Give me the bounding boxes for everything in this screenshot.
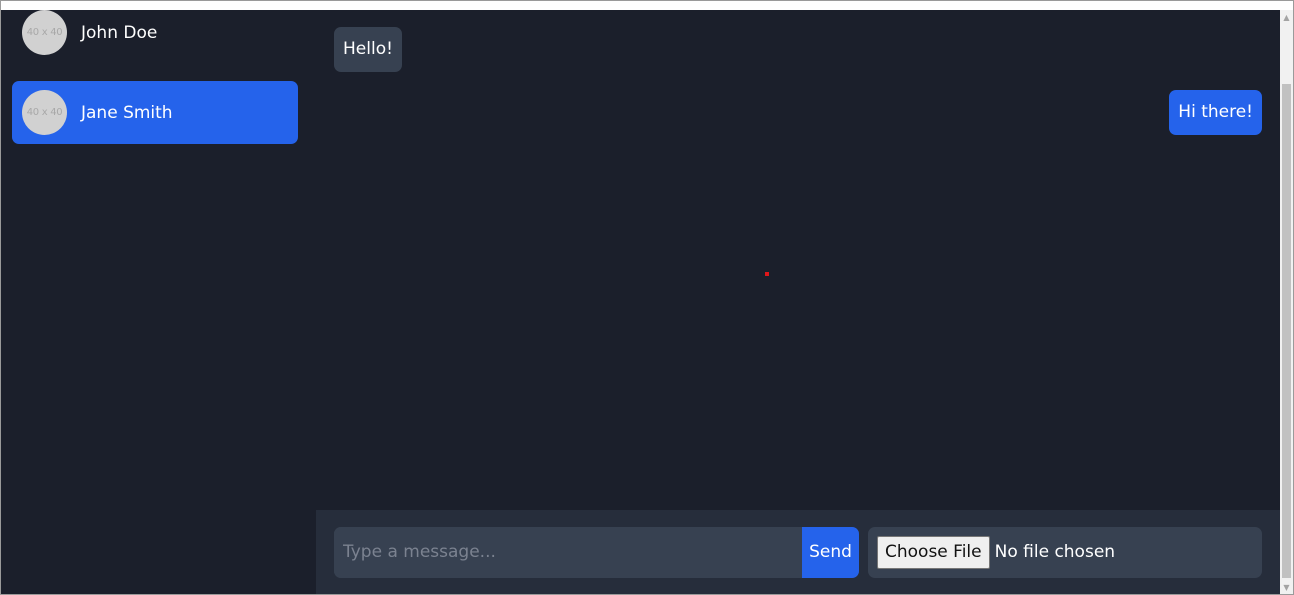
cursor-marker bbox=[765, 272, 769, 276]
message-input[interactable] bbox=[334, 526, 802, 578]
message-input-group: Send bbox=[334, 526, 859, 578]
scroll-down-arrow-icon[interactable]: ▼ bbox=[1280, 580, 1293, 594]
scrollbar-thumb[interactable] bbox=[1282, 84, 1291, 578]
contact-sidebar: 40 x 40 John Doe 40 x 40 Jane Smith bbox=[1, 10, 316, 594]
choose-file-button[interactable]: Choose File bbox=[877, 535, 990, 569]
chat-app: 40 x 40 John Doe 40 x 40 Jane Smith Hell… bbox=[1, 10, 1280, 594]
file-status-text: No file chosen bbox=[994, 542, 1116, 562]
message-bubble-incoming: Hello! bbox=[334, 27, 402, 72]
contact-item-john-doe[interactable]: 40 x 40 John Doe bbox=[12, 1, 298, 64]
contact-name: John Doe bbox=[81, 22, 158, 43]
vertical-scrollbar[interactable]: ▲ ▼ bbox=[1280, 10, 1293, 594]
message-bubble-outgoing: Hi there! bbox=[1169, 90, 1262, 135]
avatar: 40 x 40 bbox=[22, 10, 67, 55]
chat-panel: Hello! Hi there! Send Choose File No fil… bbox=[316, 10, 1280, 594]
contact-item-jane-smith[interactable]: 40 x 40 Jane Smith bbox=[12, 81, 298, 144]
message-composer: Send Choose File No file chosen bbox=[316, 510, 1280, 594]
send-button[interactable]: Send bbox=[802, 526, 859, 578]
contact-name: Jane Smith bbox=[81, 102, 173, 123]
file-upload-field: Choose File No file chosen bbox=[868, 526, 1262, 578]
message-list: Hello! Hi there! bbox=[316, 10, 1280, 510]
avatar: 40 x 40 bbox=[22, 90, 67, 135]
scroll-up-arrow-icon[interactable]: ▲ bbox=[1280, 10, 1293, 24]
